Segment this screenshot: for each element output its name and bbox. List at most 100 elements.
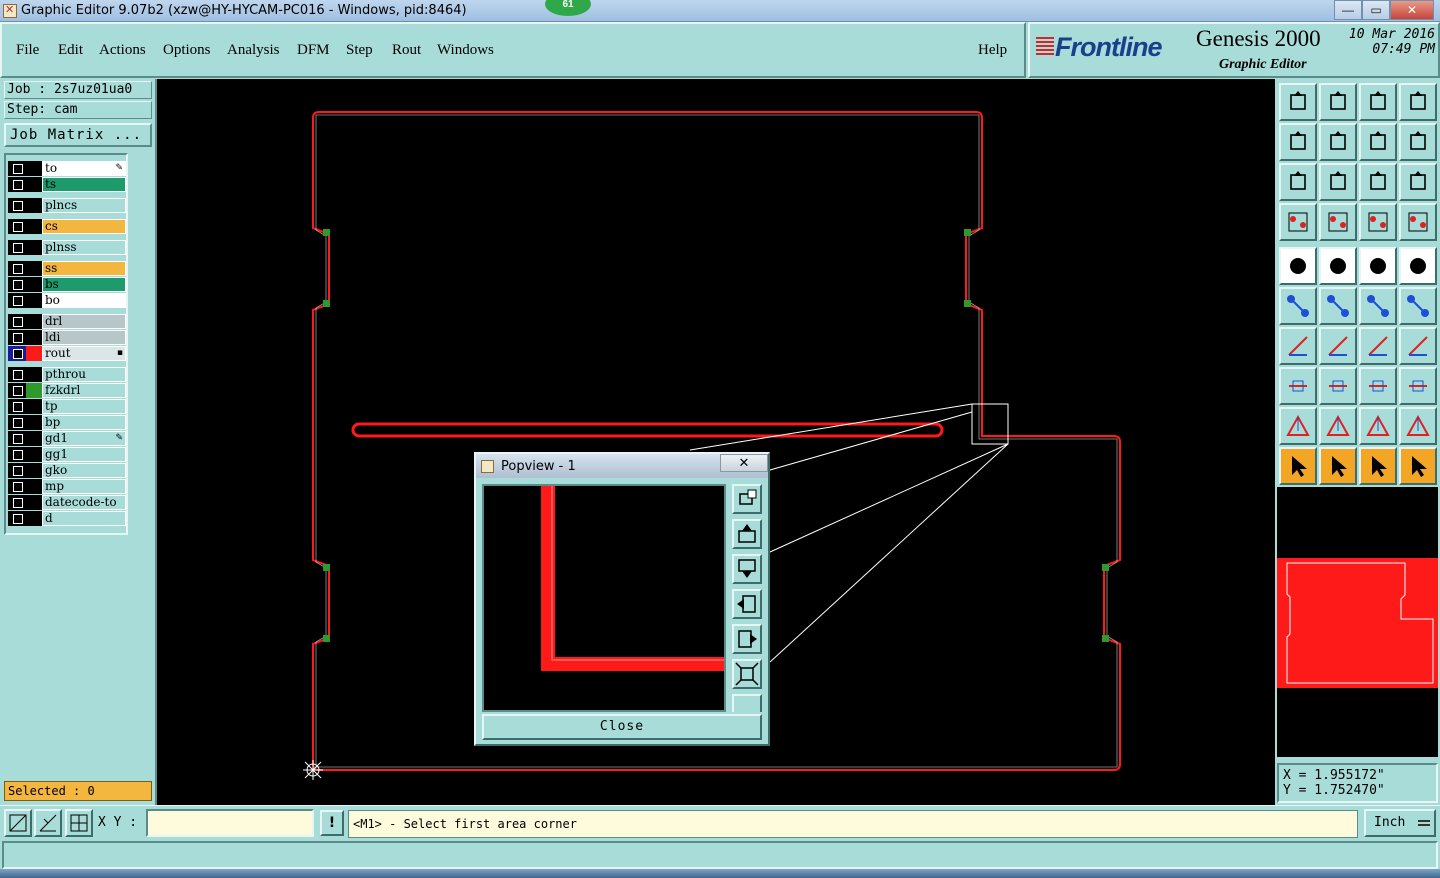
layer-color-swatch[interactable] (26, 261, 42, 276)
layer-color-swatch[interactable] (26, 463, 42, 478)
select-round-icon[interactable] (1359, 447, 1397, 485)
layer-row-bs[interactable]: bs (8, 277, 126, 292)
circle-icon[interactable] (1399, 247, 1437, 285)
triangle-icon[interactable] (1279, 407, 1317, 445)
redraw-icon[interactable] (1399, 123, 1437, 161)
select-net-icon[interactable] (1399, 447, 1437, 485)
layer-color-swatch[interactable] (26, 415, 42, 430)
layer-name[interactable]: plnss (42, 240, 126, 255)
layer-name[interactable]: drl (42, 314, 126, 329)
symbol-icon[interactable] (1399, 327, 1437, 365)
popview-canvas[interactable] (482, 484, 726, 712)
angle-icon[interactable] (1279, 327, 1317, 365)
alert-button[interactable]: ! (320, 810, 344, 836)
layer-checkbox[interactable] (8, 479, 26, 494)
grid-icon[interactable] (1319, 203, 1357, 241)
layer-checkbox[interactable] (8, 367, 26, 382)
layer-name[interactable]: datecode-to (42, 495, 126, 510)
zoom-center-icon[interactable] (1319, 163, 1357, 201)
maximize-button[interactable]: ▭ (1362, 0, 1390, 20)
layer-checkbox[interactable] (8, 314, 26, 329)
save-icon[interactable] (1319, 83, 1357, 121)
overview-panel[interactable] (1277, 487, 1438, 757)
xy-input[interactable] (146, 809, 314, 837)
layer-color-swatch[interactable] (26, 277, 42, 292)
grid-mode-icon[interactable] (65, 809, 93, 837)
layer-name[interactable]: pthrou (42, 367, 126, 382)
layer-name[interactable]: to ✎ (42, 161, 126, 176)
layer-name[interactable]: bp (42, 415, 126, 430)
layer-checkbox[interactable] (8, 463, 26, 478)
layer-row-gg1[interactable]: gg1 (8, 447, 126, 462)
layer-row-plnss[interactable]: plnss (8, 240, 126, 255)
layer-row-pthrou[interactable]: pthrou (8, 367, 126, 382)
layer-color-swatch[interactable] (26, 330, 42, 345)
menu-options[interactable]: Options (163, 42, 211, 59)
menu-help[interactable]: Help (978, 42, 1007, 59)
layers-compare-icon[interactable] (1359, 203, 1397, 241)
pan-left-icon[interactable] (1279, 123, 1317, 161)
menu-dfm[interactable]: DFM (297, 42, 330, 59)
minus-icon[interactable] (1319, 367, 1357, 405)
layer-name[interactable]: ldi (42, 330, 126, 345)
layer-color-swatch[interactable] (26, 346, 42, 361)
layer-name[interactable]: ts (42, 177, 126, 192)
select-box-icon[interactable] (1319, 447, 1357, 485)
popview-fit-icon[interactable] (732, 659, 762, 689)
popview-window[interactable]: Popview - 1 ✕ Close (474, 452, 770, 746)
menu-edit[interactable]: Edit (58, 42, 83, 59)
tools-icon[interactable] (1279, 203, 1317, 241)
layer-color-swatch[interactable] (26, 314, 42, 329)
units-select[interactable]: Inch (1364, 809, 1436, 837)
menu-windows[interactable]: Windows (437, 42, 494, 59)
layer-row-tp[interactable]: tp (8, 399, 126, 414)
layer-row-gko[interactable]: gko (8, 463, 126, 478)
layer-checkbox[interactable] (8, 447, 26, 462)
layer-color-swatch[interactable] (26, 431, 42, 446)
undo-zoom-icon[interactable] (1359, 123, 1397, 161)
layer-color-swatch[interactable] (26, 219, 42, 234)
home-icon[interactable] (1359, 83, 1397, 121)
popview-pan-up-icon[interactable] (732, 519, 762, 549)
layer-checkbox[interactable] (8, 495, 26, 510)
layer-name[interactable]: d (42, 511, 126, 526)
scale-1-2-icon[interactable] (1359, 163, 1397, 201)
layer-name[interactable]: bo (42, 293, 126, 308)
line-icon[interactable] (1319, 247, 1357, 285)
layer-checkbox[interactable] (8, 415, 26, 430)
menu-analysis[interactable]: Analysis (227, 42, 280, 59)
layer-color-swatch[interactable] (26, 495, 42, 510)
job-matrix-button[interactable]: Job Matrix ... (4, 123, 152, 147)
layer-row-ts[interactable]: ts (8, 177, 126, 192)
layer-color-swatch[interactable] (26, 399, 42, 414)
triangle-up-icon[interactable] (1319, 407, 1357, 445)
layout-icon[interactable] (1399, 83, 1437, 121)
snap-mode-icon[interactable] (4, 809, 32, 837)
layer-row-gd1[interactable]: gd1 ✎ (8, 431, 126, 446)
connect-icon[interactable] (1359, 287, 1397, 325)
menu-rout[interactable]: Rout (392, 42, 421, 59)
layer-name[interactable]: plncs (42, 198, 126, 213)
layer-row-mp[interactable]: mp (8, 479, 126, 494)
layer-checkbox[interactable] (8, 198, 26, 213)
layer-row-ss[interactable]: ss (8, 261, 126, 276)
layer-color-swatch[interactable] (26, 293, 42, 308)
layer-name[interactable]: gd1 ✎ (42, 431, 126, 446)
layer-color-swatch[interactable] (26, 383, 42, 398)
layer-name[interactable]: gg1 (42, 447, 126, 462)
layer-checkbox[interactable] (8, 330, 26, 345)
pan-right-icon[interactable] (1319, 123, 1357, 161)
layer-row-bo[interactable]: bo (8, 293, 126, 308)
layer-checkbox[interactable] (8, 277, 26, 292)
layer-name[interactable]: bs (42, 277, 126, 292)
menu-actions[interactable]: Actions (99, 42, 146, 59)
layer-color-swatch[interactable] (26, 511, 42, 526)
layer-name[interactable]: rout ▪ (42, 346, 126, 361)
copy-icon[interactable] (1399, 367, 1437, 405)
measure-mode-icon[interactable] (34, 809, 62, 837)
cross-icon[interactable] (1319, 287, 1357, 325)
layer-row-rout[interactable]: rout ▪ (8, 346, 126, 361)
menu-step[interactable]: Step (346, 42, 373, 59)
popview-close-x-button[interactable]: ✕ (720, 454, 768, 472)
layer-row-ldi[interactable]: ldi (8, 330, 126, 345)
